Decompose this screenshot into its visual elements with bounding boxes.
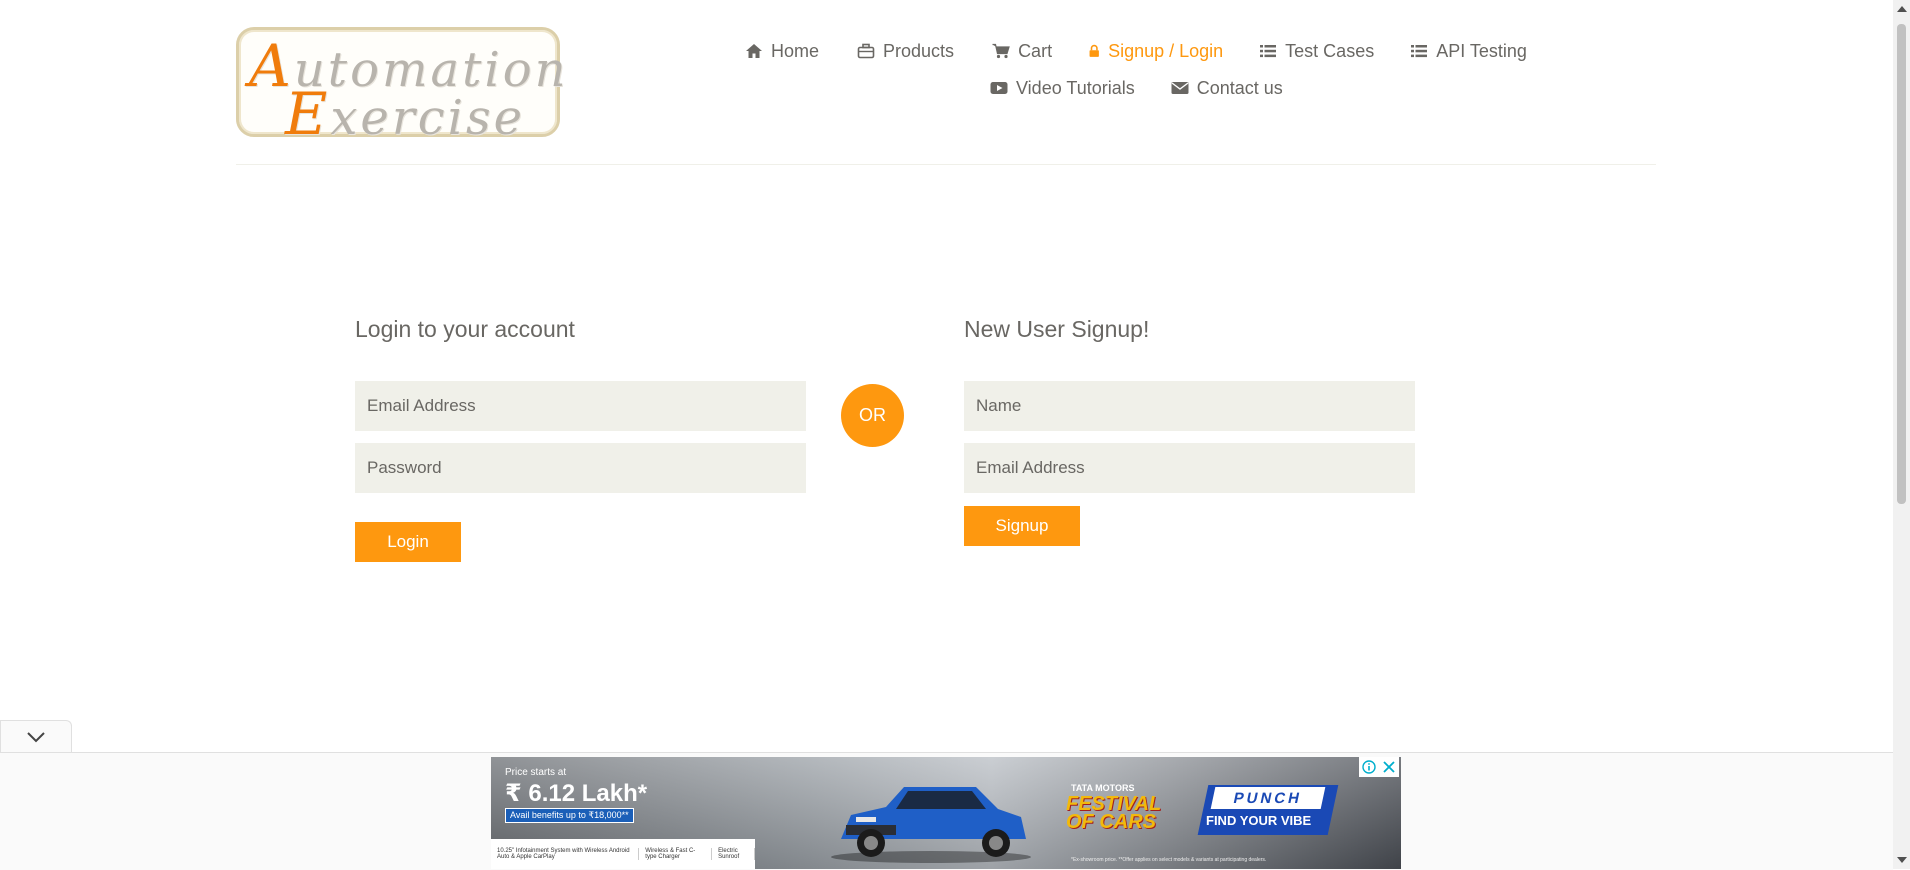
site-logo[interactable]: Automation Exercise	[236, 27, 566, 148]
ad-price: ₹ 6.12 Lakh*	[505, 780, 648, 807]
login-password-input[interactable]	[355, 443, 806, 493]
car-image	[831, 787, 1031, 863]
ad-feature: 10.25" Infotainment System with Wireless…	[491, 848, 640, 860]
envelope-icon	[1171, 82, 1189, 94]
login-form-title: Login to your account	[355, 316, 575, 342]
info-icon	[1362, 760, 1376, 774]
nav-api-testing[interactable]: API Testing	[1410, 41, 1527, 62]
signup-email-input[interactable]	[964, 443, 1415, 493]
scroll-up-arrow-icon[interactable]	[1897, 6, 1907, 12]
briefcase-icon	[857, 43, 875, 59]
ad-feature: Electric Sunroof	[712, 848, 755, 860]
signup-form-title: New User Signup!	[964, 316, 1150, 342]
scrollbar-thumb[interactable]	[1897, 24, 1906, 504]
login-email-input[interactable]	[355, 381, 806, 431]
scroll-down-arrow-icon[interactable]	[1897, 857, 1907, 863]
list-icon	[1411, 45, 1428, 58]
ad-model-name: PUNCH	[1210, 787, 1326, 809]
signup-button[interactable]: Signup	[964, 506, 1080, 546]
nav-contact-us[interactable]: Contact us	[1171, 78, 1283, 99]
lock-icon	[1089, 44, 1099, 57]
main-nav-second-row: Video Tutorials Contact us	[990, 75, 1283, 101]
youtube-play-icon	[990, 82, 1008, 94]
nav-signup-login-label: Signup / Login	[1108, 40, 1224, 61]
header-divider	[236, 164, 1656, 165]
ad-brand: TATA MOTORS	[1071, 783, 1135, 793]
ad-features: 10.25" Infotainment System with Wireless…	[491, 839, 755, 869]
login-button[interactable]: Login	[355, 522, 461, 562]
nav-video-tutorials-label: Video Tutorials	[1016, 77, 1135, 98]
nav-cart-label: Cart	[1018, 40, 1053, 61]
ad-tagline: FIND YOUR VIBE	[1206, 813, 1312, 828]
logo-line-2: Exercise	[285, 80, 526, 148]
ad-close-button[interactable]	[1379, 757, 1399, 777]
ad-festival-headline: FESTIVAL OF CARS	[1066, 793, 1162, 833]
or-separator: OR	[841, 384, 904, 447]
cart-icon	[992, 43, 1010, 59]
nav-home-label: Home	[771, 40, 820, 61]
signup-name-input[interactable]	[964, 381, 1415, 431]
nav-home[interactable]: Home	[745, 41, 819, 62]
close-icon	[1383, 761, 1395, 773]
list-icon	[1260, 45, 1277, 58]
nav-signup-login[interactable]: Signup / Login	[1088, 41, 1223, 62]
ad-collapse-toggle[interactable]	[0, 720, 72, 752]
ad-banner[interactable]: Price starts at ₹ 6.12 Lakh* Avail benef…	[491, 757, 1401, 869]
home-icon	[746, 44, 762, 58]
nav-test-cases[interactable]: Test Cases	[1259, 41, 1374, 62]
main-nav: Home Products Cart Signup / Login Test C…	[745, 38, 1527, 64]
nav-contact-us-label: Contact us	[1196, 77, 1283, 98]
ad-price-caption: Price starts at	[505, 767, 567, 778]
ad-feature: Wireless & Fast C-type Charger	[639, 848, 713, 860]
nav-cart[interactable]: Cart	[992, 41, 1052, 62]
nav-video-tutorials[interactable]: Video Tutorials	[990, 78, 1135, 99]
page-scrollbar[interactable]	[1893, 0, 1910, 869]
ad-disclaimer: *Ex-showroom price. **Offer applies on s…	[1071, 857, 1267, 863]
nav-products[interactable]: Products	[857, 41, 954, 62]
nav-api-testing-label: API Testing	[1436, 40, 1527, 61]
nav-test-cases-label: Test Cases	[1285, 40, 1375, 61]
nav-products-label: Products	[883, 40, 955, 61]
chevron-down-icon	[27, 731, 45, 742]
ad-benefit: Avail benefits up to ₹18,000**	[505, 808, 634, 823]
ad-info-button[interactable]	[1359, 757, 1379, 777]
